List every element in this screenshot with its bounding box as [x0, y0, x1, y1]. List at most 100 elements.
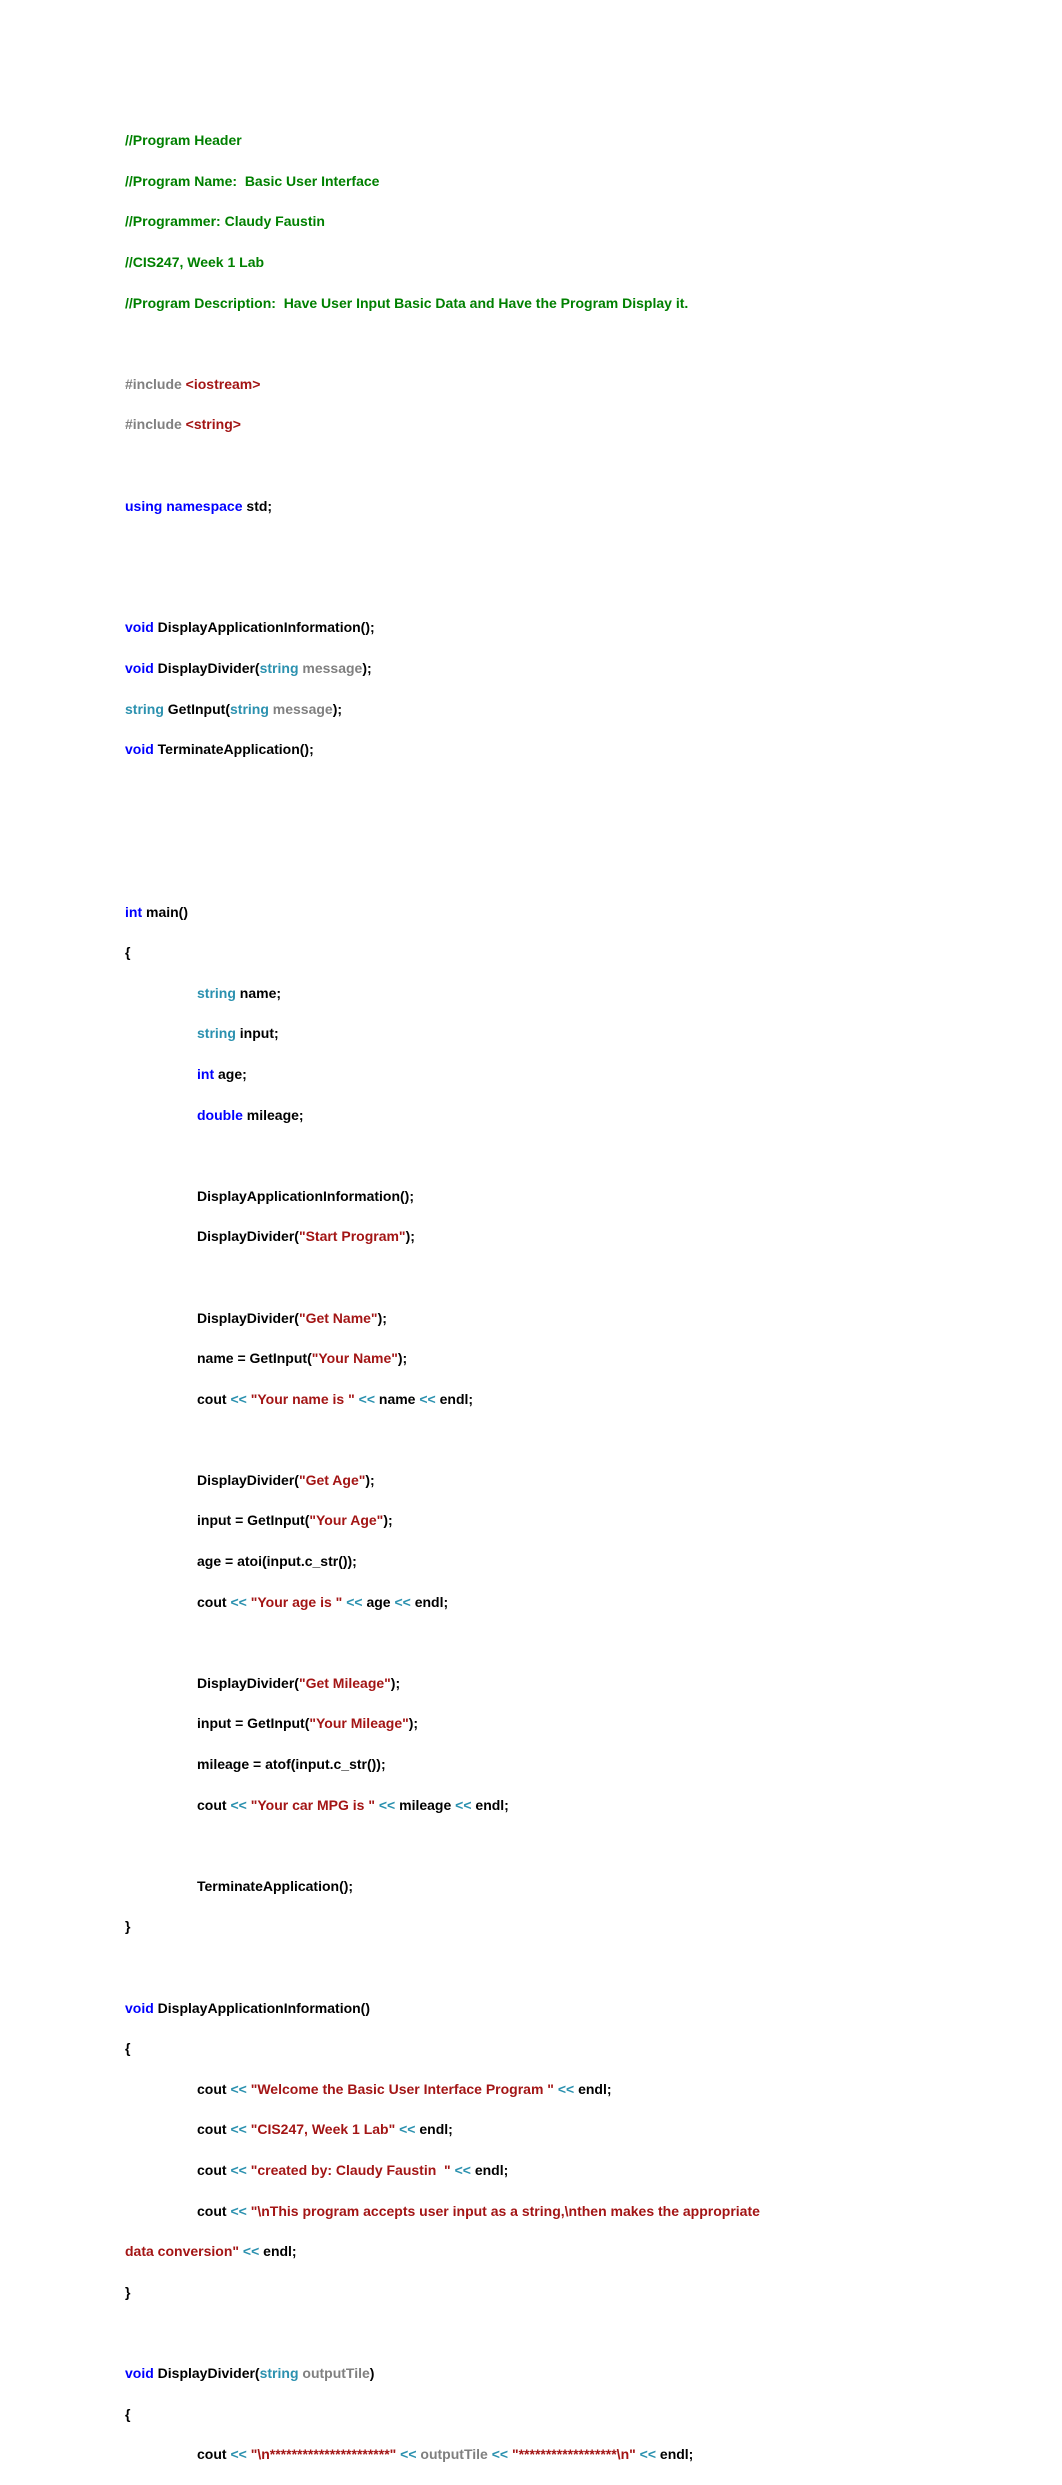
endl: endl; [656, 2446, 693, 2462]
function-decl: GetInput( [164, 701, 230, 717]
assignment: input = GetInput( [197, 1715, 309, 1731]
cout: cout [197, 2121, 230, 2137]
code-line: } [125, 2282, 1062, 2302]
code-line: input = GetInput("Your Mileage"); [125, 1713, 1062, 1733]
assignment: mileage = atof(input.c_str()); [197, 1756, 386, 1772]
variable-decl: input; [236, 1025, 279, 1041]
blank-line [125, 1957, 1062, 1977]
parameter: outputTile [299, 2365, 370, 2381]
keyword: int [125, 904, 142, 920]
string-literal: "Your Mileage" [309, 1715, 408, 1731]
code-line: int main() [125, 902, 1062, 922]
variable: name [375, 1391, 419, 1407]
code-line: void TerminateApplication(); [125, 739, 1062, 759]
include-literal: <iostream> [182, 376, 261, 392]
brace: { [125, 2406, 130, 2422]
code-document: //Program Header //Program Name: Basic U… [125, 110, 1062, 2485]
operator: << [394, 1594, 410, 1610]
function-decl: TerminateApplication(); [154, 741, 314, 757]
string-literal: "Your Age" [309, 1512, 383, 1528]
keyword: using [125, 498, 162, 514]
blank-line [125, 1835, 1062, 1855]
string-literal: "Welcome the Basic User Interface Progra… [251, 2081, 554, 2097]
function-call: DisplayDivider( [197, 1228, 299, 1244]
code-line: { [125, 2404, 1062, 2424]
include-literal: <string> [182, 416, 241, 432]
function-name: main() [142, 904, 188, 920]
code-line: cout << "\n**********************" << ou… [125, 2444, 1062, 2464]
operator: << [230, 1391, 246, 1407]
code-line: DisplayDivider("Get Age"); [125, 1470, 1062, 1490]
cout: cout [197, 1797, 230, 1813]
code-line: int age; [125, 1064, 1062, 1084]
assignment: input = GetInput( [197, 1512, 309, 1528]
brace: { [125, 2040, 130, 2056]
code-line: mileage = atof(input.c_str()); [125, 1754, 1062, 1774]
operator: << [400, 2446, 416, 2462]
keyword: void [125, 741, 154, 757]
operator: << [230, 1797, 246, 1813]
blank-line [125, 536, 1062, 556]
variable-decl: name; [236, 985, 281, 1001]
cout: cout [197, 2446, 230, 2462]
operator: << [243, 2243, 259, 2259]
brace: } [125, 1918, 130, 1934]
code-line: name = GetInput("Your Name"); [125, 1348, 1062, 1368]
code-line: DisplayDivider("Start Program"); [125, 1226, 1062, 1246]
blank-line [125, 333, 1062, 353]
operator: << [230, 2121, 246, 2137]
string-literal: "created by: Claudy Faustin " [251, 2162, 451, 2178]
code-line: cout << "\nThis program accepts user inp… [125, 2201, 1062, 2221]
code-line: double mileage; [125, 1105, 1062, 1125]
blank-line [125, 1267, 1062, 1287]
code-line: //Programmer: Claudy Faustin [125, 211, 1062, 231]
blank-line [125, 577, 1062, 597]
type-name: string [197, 985, 236, 1001]
blank-line [125, 820, 1062, 840]
endl: endl; [415, 2121, 452, 2137]
preprocessor: #include [125, 376, 182, 392]
blank-line [125, 455, 1062, 475]
variable: mileage [395, 1797, 455, 1813]
preprocessor: #include [125, 416, 182, 432]
code-line: cout << "Welcome the Basic User Interfac… [125, 2079, 1062, 2099]
code-line: using namespace std; [125, 496, 1062, 516]
keyword: double [197, 1107, 243, 1123]
code-line: cout << "CIS247, Week 1 Lab" << endl; [125, 2119, 1062, 2139]
function-name: DisplayDivider( [154, 2365, 260, 2381]
string-literal: "CIS247, Week 1 Lab" [251, 2121, 396, 2137]
string-literal: "******************\n" [512, 2446, 636, 2462]
operator: << [558, 2081, 574, 2097]
endl: endl; [436, 1391, 473, 1407]
code-line: void DisplayDivider(string outputTile) [125, 2363, 1062, 2383]
code-line: cout << "Your name is " << name << endl; [125, 1389, 1062, 1409]
type-name: string [260, 660, 299, 676]
string-literal: "Your car MPG is " [251, 1797, 375, 1813]
string-literal: "Your name is " [251, 1391, 355, 1407]
operator: << [455, 1797, 471, 1813]
keyword: void [125, 2365, 154, 2381]
keyword: void [125, 2000, 154, 2016]
function-decl: DisplayDivider( [154, 660, 260, 676]
comment: //Programmer: Claudy Faustin [125, 213, 325, 229]
code-line: DisplayDivider("Get Name"); [125, 1308, 1062, 1328]
identifier: std; [243, 498, 273, 514]
brace: { [125, 944, 130, 960]
cout: cout [197, 1391, 230, 1407]
cout: cout [197, 2162, 230, 2178]
parameter: message [299, 660, 363, 676]
brace: } [125, 2284, 130, 2300]
code-line: string name; [125, 983, 1062, 1003]
variable: age [363, 1594, 395, 1610]
variable-decl: age; [214, 1066, 247, 1082]
code-line: cout << "Your car MPG is " << mileage <<… [125, 1795, 1062, 1815]
parameter: outputTile [417, 2446, 492, 2462]
string-literal: "\n**********************" [251, 2446, 397, 2462]
code-line: data conversion" << endl; [125, 2241, 1062, 2261]
operator: << [455, 2162, 471, 2178]
code-line: cout << "Your age is " << age << endl; [125, 1592, 1062, 1612]
cout: cout [197, 2203, 230, 2219]
function-call: DisplayDivider( [197, 1310, 299, 1326]
code-line: cout << "created by: Claudy Faustin " <<… [125, 2160, 1062, 2180]
endl: endl; [471, 2162, 508, 2178]
